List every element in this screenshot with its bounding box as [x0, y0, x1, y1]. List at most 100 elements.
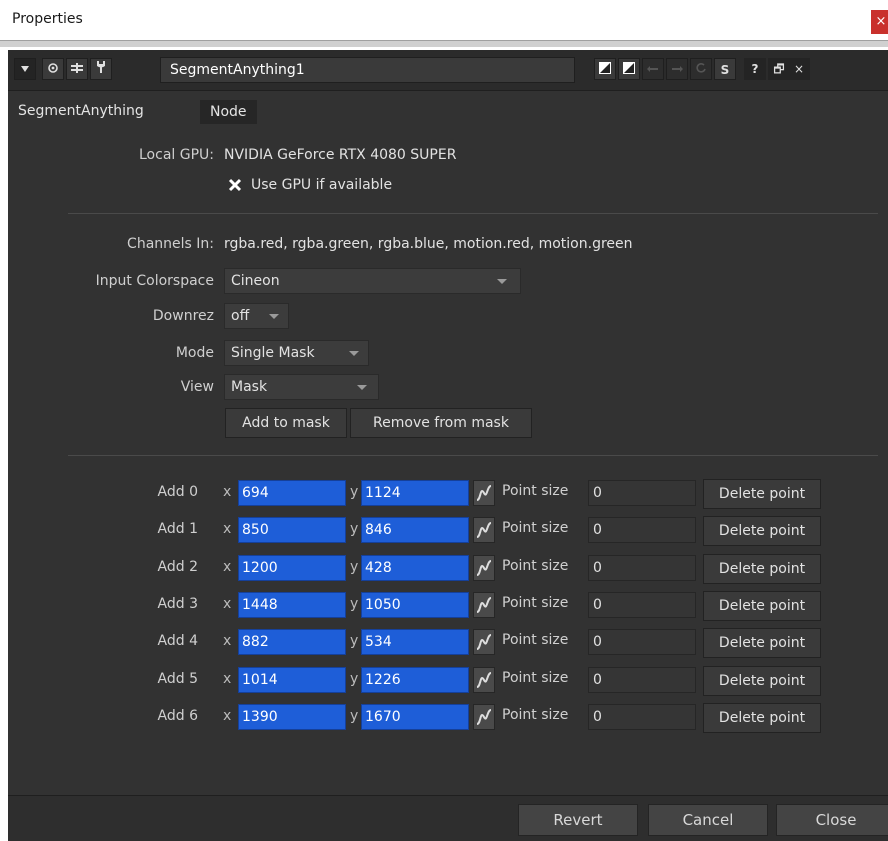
local-gpu-label: Local GPU: [139, 147, 214, 163]
view-label: View [180, 379, 214, 395]
use-gpu-checkbox[interactable] [228, 178, 242, 192]
viewer-circle-icon[interactable] [42, 58, 64, 80]
delete-point-button[interactable]: Delete point [703, 591, 821, 621]
y-coordinate-field[interactable]: 846 [361, 517, 469, 543]
x-label: x [223, 559, 232, 575]
colorspace-dropdown[interactable]: Cineon [224, 268, 521, 294]
wrench-icon[interactable] [90, 58, 112, 80]
point-size-label: Point size [502, 595, 569, 611]
delete-point-button[interactable]: Delete point [703, 628, 821, 658]
delete-point-button[interactable]: Delete point [703, 666, 821, 696]
add-to-mask-button[interactable]: Add to mask [225, 408, 347, 438]
node-tree-icon[interactable] [66, 58, 88, 80]
downrez-value: off [231, 308, 250, 324]
x-coordinate-field[interactable]: 1014 [238, 667, 346, 693]
node-name-field[interactable]: SegmentAnything1 [160, 57, 575, 83]
y-label: y [350, 484, 359, 500]
s-button[interactable]: S [714, 58, 736, 80]
y-label: y [350, 521, 359, 537]
x-label: x [223, 708, 232, 724]
y-coordinate-field[interactable]: 428 [361, 555, 469, 581]
panel-close-icon[interactable]: × [788, 58, 810, 80]
point-size-field[interactable]: 0 [588, 592, 696, 618]
x-coordinate-field[interactable]: 1200 [238, 555, 346, 581]
cancel-button[interactable]: Cancel [648, 804, 768, 836]
animation-curve-icon[interactable] [473, 517, 495, 543]
point-size-field[interactable]: 0 [588, 629, 696, 655]
chevron-down-icon [349, 351, 359, 356]
point-size-field[interactable]: 0 [588, 480, 696, 506]
point-row-label: Add 1 [157, 521, 198, 537]
animation-curve-icon[interactable] [473, 667, 495, 693]
delete-point-button[interactable]: Delete point [703, 703, 821, 733]
point-size-field[interactable]: 0 [588, 667, 696, 693]
x-coordinate-field[interactable]: 850 [238, 517, 346, 543]
view-value: Mask [231, 379, 268, 395]
x-coordinate-field[interactable]: 1390 [238, 704, 346, 730]
x-coordinate-field[interactable]: 882 [238, 629, 346, 655]
view-dropdown[interactable]: Mask [224, 374, 379, 400]
x-label: x [223, 596, 232, 612]
colorspace-label: Input Colorspace [95, 273, 214, 289]
mode-dropdown[interactable]: Single Mask [224, 340, 369, 366]
point-row-label: Add 6 [157, 708, 198, 724]
animation-curve-icon[interactable] [473, 704, 495, 730]
point-row-label: Add 2 [157, 559, 198, 575]
point-row-label: Add 5 [157, 671, 198, 687]
y-coordinate-field[interactable]: 1124 [361, 480, 469, 506]
redo-icon[interactable] [666, 58, 688, 80]
delete-point-button[interactable]: Delete point [703, 516, 821, 546]
window-close-button[interactable]: × [871, 10, 888, 34]
tab-segmentanything[interactable]: SegmentAnything [8, 98, 154, 124]
point-size-label: Point size [502, 670, 569, 686]
point-size-field[interactable]: 0 [588, 555, 696, 581]
help-icon[interactable]: ? [744, 58, 766, 80]
divider [68, 455, 878, 456]
x-coordinate-field[interactable]: 694 [238, 480, 346, 506]
y-coordinate-field[interactable]: 1670 [361, 704, 469, 730]
animation-curve-icon[interactable] [473, 480, 495, 506]
close-button[interactable]: Close [776, 804, 888, 836]
point-size-label: Point size [502, 483, 569, 499]
local-gpu-value: NVIDIA GeForce RTX 4080 SUPER [224, 147, 457, 163]
delete-point-button[interactable]: Delete point [703, 554, 821, 584]
mode-value: Single Mask [231, 345, 315, 361]
point-size-field[interactable]: 0 [588, 517, 696, 543]
color-swatch-icon[interactable] [594, 58, 616, 80]
x-label: x [223, 671, 232, 687]
y-label: y [350, 559, 359, 575]
y-label: y [350, 633, 359, 649]
point-size-label: Point size [502, 520, 569, 536]
y-label: y [350, 671, 359, 687]
x-label: x [223, 484, 232, 500]
point-row-label: Add 0 [157, 484, 198, 500]
point-size-field[interactable]: 0 [588, 704, 696, 730]
downrez-dropdown[interactable]: off [224, 303, 289, 329]
y-coordinate-field[interactable]: 1050 [361, 592, 469, 618]
y-coordinate-field[interactable]: 1226 [361, 667, 469, 693]
undo-icon[interactable] [642, 58, 664, 80]
revert-button[interactable]: Revert [518, 804, 638, 836]
channels-value[interactable]: rgba.red, rgba.green, rgba.blue, motion.… [224, 236, 633, 252]
x-label: x [223, 521, 232, 537]
tab-node[interactable]: Node [200, 100, 257, 124]
collapse-triangle-icon[interactable] [14, 58, 36, 80]
color-swatch-2-icon[interactable] [618, 58, 640, 80]
dialog-footer: Revert Cancel Close [8, 796, 888, 841]
float-panel-icon[interactable]: 🗗 [768, 58, 790, 80]
remove-from-mask-button[interactable]: Remove from mask [350, 408, 532, 438]
point-row-label: Add 4 [157, 633, 198, 649]
revert-icon[interactable] [690, 58, 712, 80]
y-label: y [350, 708, 359, 724]
x-coordinate-field[interactable]: 1448 [238, 592, 346, 618]
chevron-down-icon [269, 314, 279, 319]
y-coordinate-field[interactable]: 534 [361, 629, 469, 655]
delete-point-button[interactable]: Delete point [703, 479, 821, 509]
animation-curve-icon[interactable] [473, 592, 495, 618]
animation-curve-icon[interactable] [473, 629, 495, 655]
chevron-down-icon [357, 385, 367, 390]
window-titlebar: Properties × [0, 0, 888, 40]
window-title: Properties [12, 11, 83, 27]
point-size-label: Point size [502, 558, 569, 574]
animation-curve-icon[interactable] [473, 555, 495, 581]
